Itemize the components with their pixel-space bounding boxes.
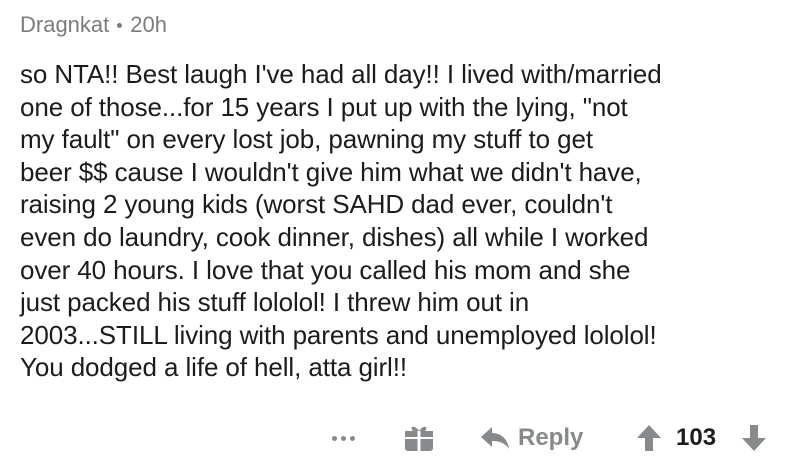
gift-icon bbox=[405, 426, 433, 451]
reply-label: Reply bbox=[518, 424, 584, 451]
reply-arrow-icon bbox=[481, 427, 509, 449]
comment-age: 20h bbox=[130, 12, 167, 37]
reply-button[interactable]: Reply bbox=[480, 418, 583, 458]
downvote-arrow-icon bbox=[742, 425, 766, 451]
comment-meta: Dragnkat 20h bbox=[20, 10, 167, 40]
upvote-button[interactable] bbox=[636, 418, 662, 458]
more-options-button[interactable] bbox=[332, 418, 355, 458]
comment-author[interactable]: Dragnkat bbox=[20, 10, 109, 40]
upvote-arrow-icon bbox=[637, 425, 661, 451]
downvote-button[interactable] bbox=[741, 418, 767, 458]
separator-dot bbox=[117, 22, 123, 28]
comment-body: so NTA!! Best laugh I've had all day!! I… bbox=[20, 59, 662, 383]
award-button[interactable] bbox=[402, 418, 436, 458]
vote-score: 103 bbox=[676, 424, 717, 451]
comment-actions: Reply 103 bbox=[20, 418, 790, 458]
more-dots-icon bbox=[332, 435, 355, 441]
comment: Dragnkat 20h so NTA!! Best laugh I've ha… bbox=[20, 0, 790, 471]
